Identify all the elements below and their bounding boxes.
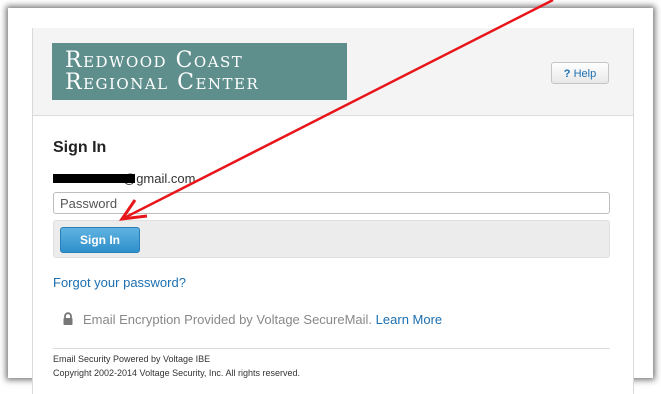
footer-divider <box>53 348 610 349</box>
logo-line-2: Regional Center <box>65 70 260 95</box>
forgot-password-link[interactable]: Forgot your password? <box>53 275 186 290</box>
encryption-notice: Email Encryption Provided by Voltage Sec… <box>61 312 442 327</box>
header-bar: Redwood Coast Regional Center ? Help <box>33 28 633 116</box>
password-field[interactable] <box>53 192 610 214</box>
login-card: Redwood Coast Regional Center ? Help Sig… <box>32 28 634 394</box>
question-icon: ? <box>563 68 571 80</box>
footer-powered-by: Email Security Powered by Voltage IBE <box>53 354 211 364</box>
screenshot-frame: Redwood Coast Regional Center ? Help Sig… <box>8 8 653 394</box>
lock-icon <box>63 312 73 325</box>
footer-copyright: Copyright 2002-2014 Voltage Security, In… <box>53 368 300 378</box>
help-button[interactable]: ? Help <box>551 62 609 84</box>
page-title: Sign In <box>53 139 107 156</box>
learn-more-link[interactable]: Learn More <box>376 312 442 327</box>
encryption-text: Email Encryption Provided by Voltage Sec… <box>83 312 373 327</box>
sign-in-action-bar: Sign In <box>53 220 610 258</box>
help-label: Help <box>573 68 597 80</box>
sign-in-button[interactable]: Sign In <box>60 227 140 253</box>
brand-logo: Redwood Coast Regional Center <box>52 43 347 100</box>
redaction-bar <box>53 174 135 183</box>
